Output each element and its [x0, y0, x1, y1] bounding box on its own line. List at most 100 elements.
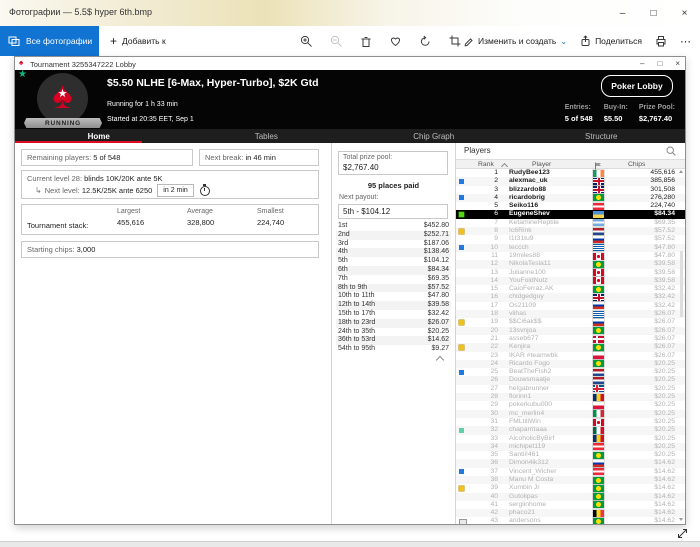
payout-collapse-chevron-icon[interactable] [435, 355, 445, 365]
lobby-tab[interactable]: Structure [518, 129, 686, 143]
player-chips: $14.62 [654, 484, 675, 492]
player-row[interactable]: 43 andersons $14.62 [456, 517, 685, 524]
player-row[interactable]: 39 Xumbin Jr $14.62 [456, 484, 685, 492]
player-row[interactable]: 15 CaioFerraz.AK $32.42 [456, 285, 685, 293]
player-row[interactable]: 14 YouFoldNutz $39.58 [456, 276, 685, 286]
player-row[interactable]: 1 RudyBee123 455,616 [456, 169, 685, 177]
player-row[interactable]: 31 FMLtiliWin $20.25 [456, 418, 685, 426]
scrollbar-thumb[interactable] [680, 251, 683, 317]
player-rank: 28 [490, 393, 498, 401]
zoom-out-icon[interactable] [330, 35, 343, 48]
player-row[interactable]: 2 alexmac_uk 385,856 [456, 177, 685, 186]
payout-amount: $20.25 [427, 327, 449, 335]
rank-column-header[interactable]: Rank [478, 161, 494, 168]
players-scrollbar[interactable] [679, 169, 684, 522]
player-row[interactable]: 7 KetamineReptile $69.35 [456, 219, 685, 227]
poker-lobby-button[interactable]: Poker Lobby [601, 75, 673, 97]
add-to-button[interactable]: + Добавить к [110, 26, 166, 56]
player-row[interactable]: 10 teccch $47.80 [456, 243, 685, 252]
trash-icon[interactable] [360, 35, 372, 48]
player-row[interactable]: 21 asseb677 $26.07 [456, 335, 685, 343]
player-rank: 15 [490, 285, 498, 293]
note-marker [459, 336, 464, 341]
player-row[interactable]: 24 Ricardo Fogo $20.25 [456, 359, 685, 369]
player-column-header[interactable]: Player [532, 161, 551, 168]
minimize-button[interactable]: – [607, 0, 638, 26]
player-row[interactable]: 11 19miles88 $47.80 [456, 252, 685, 260]
close-button[interactable]: × [669, 0, 700, 26]
player-row[interactable]: 28 florinn1 $20.25 [456, 393, 685, 402]
player-row[interactable]: 3 blizzardo88 301,508 [456, 186, 685, 194]
player-row[interactable]: 29 pokerkubu000 $20.25 [456, 401, 685, 409]
player-row[interactable]: 16 chidgedguy $32.42 [456, 293, 685, 302]
stack-column-label: Average [187, 208, 213, 215]
player-row[interactable]: 32 chaparritaaa $20.25 [456, 426, 685, 435]
player-row[interactable]: 30 mc_merlin4 $20.25 [456, 409, 685, 418]
note-marker [459, 228, 464, 234]
current-level-value: blinds 10K/20K ante 5K [84, 174, 163, 183]
favorite-star-icon[interactable]: ★ [18, 69, 27, 80]
player-row[interactable]: 19 $$Ci6ak$$ $26.07 [456, 318, 685, 326]
tournament-stack-box: Tournament stack: Largest 455,616 Averag… [21, 204, 319, 235]
player-row[interactable]: 25 BeatTheFish2 $20.25 [456, 368, 685, 376]
printer-icon[interactable] [655, 35, 667, 47]
player-row[interactable]: 33 AlcoholicByBirf $20.25 [456, 435, 685, 443]
player-row[interactable]: 34 michipet119 $20.25 [456, 442, 685, 452]
player-rank: 38 [490, 475, 498, 483]
more-options-button[interactable]: ⋯ [680, 35, 692, 48]
crop-icon[interactable] [449, 35, 461, 47]
player-row[interactable]: 23 IKAR #teamwbk $26.07 [456, 352, 685, 360]
player-row[interactable]: 36 Dimon4ik312 $14.62 [456, 459, 685, 468]
player-row[interactable]: 41 sergiinhome $14.62 [456, 501, 685, 509]
player-row[interactable]: 27 helgabrunner $20.25 [456, 385, 685, 393]
player-row[interactable]: 40 Gutolipas $14.62 [456, 492, 685, 501]
all-photos-button[interactable]: Все фотографии [0, 26, 99, 56]
search-icon[interactable] [666, 146, 676, 156]
player-row[interactable]: 12 NikolaTesla11 $39.58 [456, 260, 685, 269]
pencil-icon [464, 37, 473, 46]
player-row[interactable]: 35 Santii!461 $20.25 [456, 451, 685, 459]
rotate-icon[interactable] [419, 35, 432, 48]
player-row[interactable]: 38 Manu M Costa $14.62 [456, 475, 685, 485]
player-row[interactable]: 5 Seiko116 224,740 [456, 202, 685, 210]
edit-create-button[interactable]: Изменить и создать ⌄ [463, 36, 567, 47]
current-level-row: Current level 28: blinds 10K/20K ante 5K [27, 174, 163, 183]
heart-icon[interactable] [389, 35, 402, 47]
player-row[interactable]: 8 Ic6Rink $57.52 [456, 227, 685, 236]
player-row[interactable]: 20 13svnjoa $26.07 [456, 326, 685, 335]
poker-minimize-button[interactable]: – [640, 59, 644, 68]
poker-close-button[interactable]: × [675, 59, 680, 68]
player-row[interactable]: 42 phaco21 $14.62 [456, 509, 685, 518]
player-chips: $26.07 [654, 343, 675, 351]
player-flag [593, 368, 604, 376]
lobby-tab[interactable]: Home [15, 129, 183, 143]
player-row[interactable]: 4 ricardobrig 276,280 [456, 193, 685, 203]
poker-maximize-button[interactable]: □ [657, 59, 662, 68]
scroll-down-icon[interactable] [679, 518, 683, 521]
note-marker [459, 419, 464, 424]
player-row[interactable]: 18 vlihas $26.07 [456, 310, 685, 319]
player-row[interactable]: 26 Douwsmaatje $20.25 [456, 376, 685, 385]
share-button[interactable]: Поделиться [580, 35, 642, 47]
payout-amount: $57.52 [427, 283, 449, 291]
start-time: Started at 20:35 EET, Sep 1 [107, 116, 194, 123]
player-chips: $32.42 [654, 293, 675, 301]
payout-row: 12th to 14th $39.58 [336, 301, 451, 310]
player-row[interactable]: 6 EugeneShev $84.34 [456, 210, 685, 219]
player-flag [593, 327, 604, 335]
player-row[interactable]: 37 Vincent_Wicher $14.62 [456, 468, 685, 476]
chevron-down-icon: ⌄ [560, 36, 568, 46]
lobby-tab[interactable]: Chip Graph [350, 129, 518, 143]
player-row[interactable]: 13 Julianne100 $39.58 [456, 269, 685, 277]
player-flag [593, 260, 604, 268]
scroll-up-icon[interactable] [679, 170, 683, 173]
zoom-in-icon[interactable] [300, 35, 313, 48]
chips-column-header[interactable]: Chips [628, 161, 645, 168]
maximize-button[interactable]: □ [638, 0, 669, 26]
payout-amount: $39.58 [427, 301, 449, 309]
player-row[interactable]: 9 I1t31tu9 $57.52 [456, 235, 685, 243]
player-row[interactable]: 22 Kenjira $26.07 [456, 343, 685, 352]
resize-handle-icon[interactable] [676, 527, 689, 540]
player-row[interactable]: 17 Os21109 $32.42 [456, 302, 685, 310]
lobby-tab[interactable]: Tables [183, 129, 351, 143]
